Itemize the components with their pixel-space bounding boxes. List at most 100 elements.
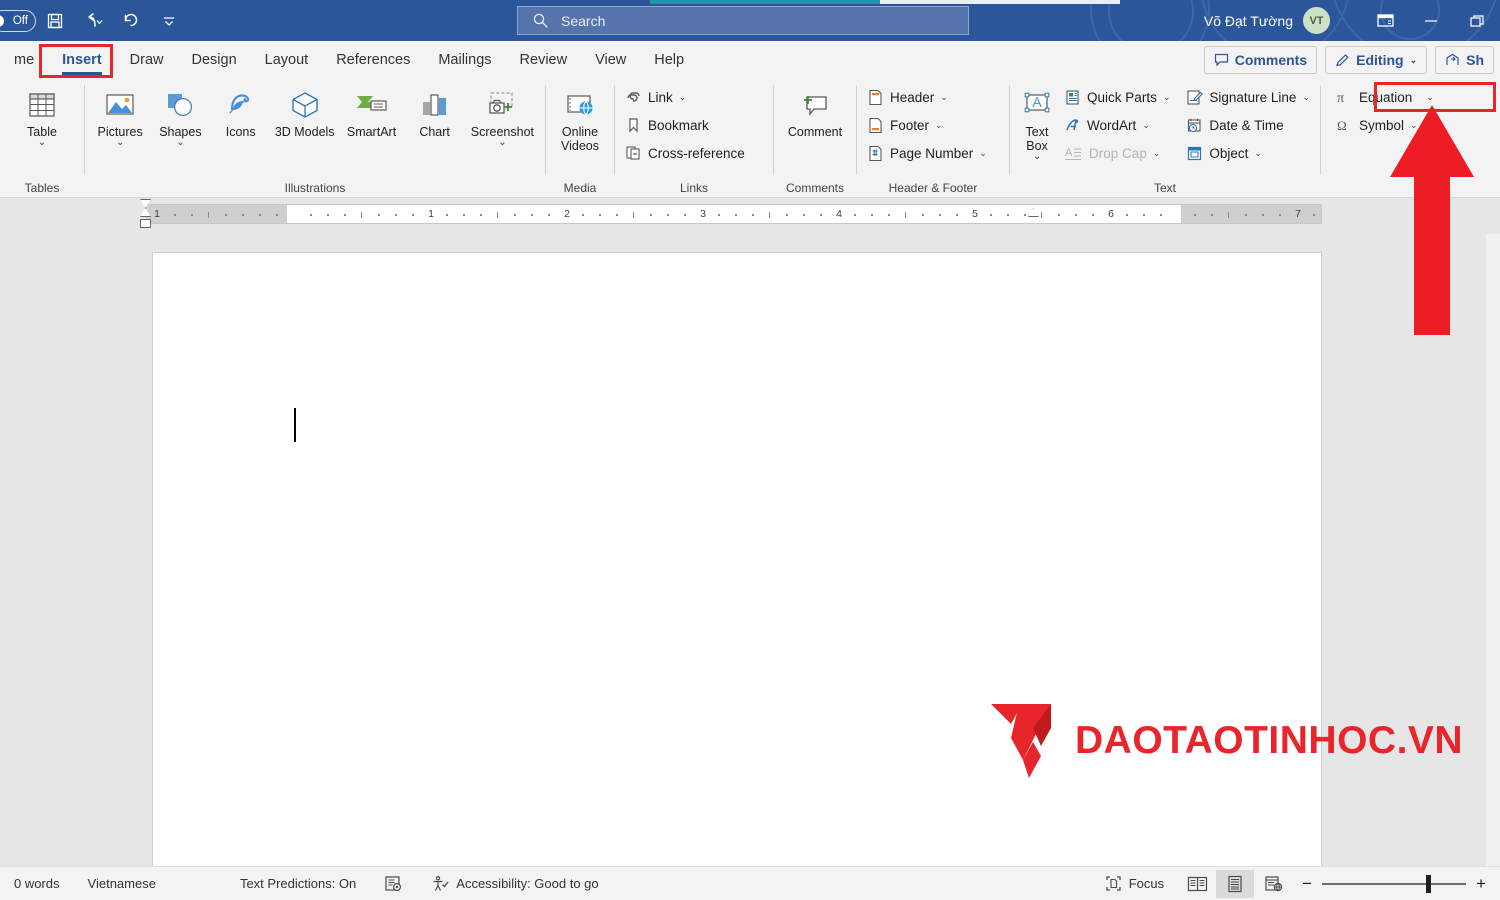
footer-button[interactable]: Footer ⌄ [863,111,991,139]
zoom-out-button[interactable]: − [1302,874,1322,894]
smartart-button[interactable]: SmartArt [340,83,404,139]
footer-label: Footer [890,117,930,133]
tab-layout[interactable]: Layout [251,41,323,79]
restore-button[interactable] [1454,0,1500,41]
wordart-button[interactable]: WordArt ⌄ [1060,111,1174,139]
minimize-button[interactable] [1408,0,1454,41]
tab-review[interactable]: Review [506,41,582,79]
zoom-track[interactable] [1322,874,1467,893]
icons-label: Icons [225,125,256,139]
language-indicator[interactable]: Vietnamese [74,867,170,900]
chevron-down-icon[interactable]: ⌄ [940,92,948,103]
chart-button[interactable]: Chart [405,83,463,139]
print-layout-button[interactable] [1216,869,1255,898]
red-arrow-pointing-to-equation [1390,105,1474,335]
focus-button[interactable]: Focus [1091,867,1178,900]
zoom-in-button[interactable]: + [1466,874,1486,894]
header-button[interactable]: Header ⌄ [863,83,991,111]
object-button[interactable]: Object ⌄ [1182,139,1314,167]
text-box-icon: A [1020,87,1054,123]
customize-quick-access-button[interactable] [150,4,188,38]
chevron-down-icon[interactable]: ⌄ [1033,152,1041,162]
table-button[interactable]: Table ⌄ [11,83,73,148]
3d-models-button[interactable]: 3D Models [272,83,338,139]
horizontal-ruler[interactable]: 1 1 2 3 4 5 6 7 [146,204,1322,224]
document-page[interactable]: DAOTAOTINHOC.VN [152,252,1463,866]
comments-button[interactable]: Comments [1203,46,1318,74]
chevron-down-icon[interactable]: ⌄ [176,138,184,148]
ruler-number: 5 [972,208,978,220]
ribbon-display-options-button[interactable] [1362,0,1408,41]
chevron-down-icon[interactable]: ⌄ [679,92,687,103]
undo-button[interactable] [74,4,112,38]
tab-references[interactable]: References [322,41,424,79]
pictures-button[interactable]: Pictures ⌄ [91,83,149,148]
tab-help[interactable]: Help [640,41,698,79]
group-label-illustrations: Illustrations [284,181,346,195]
chevron-down-icon[interactable]: ⌄ [1153,148,1161,159]
chevron-down-icon[interactable]: ⌄ [498,138,506,148]
online-videos-button[interactable]: Online Videos [552,83,608,153]
ribbon-group-links: Link ⌄ Bookmark Cross-reference Links [615,79,773,198]
user-name: Võ Đạt Tường [1203,12,1293,29]
tab-design[interactable]: Design [178,41,251,79]
share-button[interactable]: Sh [1435,46,1494,74]
screenshot-button[interactable]: Screenshot ⌄ [466,83,539,148]
zoom-thumb[interactable] [1426,874,1432,893]
chevron-down-icon[interactable]: ⌄ [116,138,124,148]
bookmark-button[interactable]: Bookmark [621,111,749,139]
editing-mode-button[interactable]: Editing ⌄ [1325,46,1428,74]
document-canvas[interactable]: DAOTAOTINHOC.VN [0,234,1500,866]
date-time-button[interactable]: Date & Time [1182,111,1314,139]
proofing-button[interactable] [370,867,417,900]
tab-label: View [595,52,627,68]
avatar[interactable]: VT [1303,7,1330,34]
tab-view[interactable]: View [581,41,640,79]
chevron-down-icon[interactable]: ⌄ [1302,92,1310,103]
autosave-toggle[interactable]: Off [0,9,36,32]
chevron-down-icon[interactable]: ⌄ [1142,120,1150,131]
quick-access-toolbar: Off [0,4,188,38]
new-comment-button[interactable]: Comment [780,83,850,139]
tab-insert[interactable]: Insert [48,41,116,79]
text-box-button[interactable]: A Text Box ⌄ [1016,83,1058,162]
page-number-icon [869,145,882,161]
signature-line-button[interactable]: Signature Line ⌄ [1182,83,1314,111]
quick-parts-button[interactable]: Quick Parts ⌄ [1060,83,1174,111]
account-area[interactable]: Võ Đạt Tường VT [1204,0,1330,41]
screenshot-icon [483,87,521,123]
tab-label: Mailings [438,52,492,68]
redo-button[interactable] [112,4,150,38]
watermark: DAOTAOTINHOC.VN [989,698,1463,784]
search-input[interactable]: Search [517,6,969,35]
chevron-down-icon[interactable]: ⌄ [38,138,46,148]
tab-draw[interactable]: Draw [116,41,178,79]
text-predictions-status[interactable]: Text Predictions: On [170,867,370,900]
chevron-down-icon[interactable]: ⌄ [979,148,987,159]
vertical-scrollbar[interactable] [1486,234,1500,866]
tab-home[interactable]: me [0,41,48,79]
search-icon [533,13,548,28]
drop-cap-button[interactable]: A Drop Cap ⌄ [1060,139,1174,167]
web-layout-button[interactable] [1254,870,1292,898]
group-label-media: Media [563,181,597,195]
cross-reference-button[interactable]: Cross-reference [621,139,749,167]
shapes-button[interactable]: Shapes ⌄ [151,83,209,148]
quick-parts-label: Quick Parts [1087,89,1157,105]
left-indent-marker[interactable] [140,219,151,228]
chevron-down-icon[interactable]: ⌄ [1163,92,1171,103]
ribbon-group-illustrations: Pictures ⌄ Shapes ⌄ Icons 3D Models Smar… [85,79,545,198]
chevron-down-icon[interactable]: ⌄ [935,120,943,131]
tab-mailings[interactable]: Mailings [424,41,505,79]
autosave-label: Off [12,14,28,27]
page-number-button[interactable]: Page Number ⌄ [863,139,991,167]
zoom-slider[interactable]: − + [1292,874,1496,894]
word-count[interactable]: 0 words [0,867,74,900]
icons-button[interactable]: Icons [212,83,270,139]
accessibility-status[interactable]: Accessibility: Good to go [417,867,612,900]
save-button[interactable] [36,4,74,38]
chevron-down-icon[interactable]: ⌄ [1254,148,1262,159]
link-button[interactable]: Link ⌄ [621,83,749,111]
read-mode-button[interactable] [1178,870,1216,898]
chevron-down-icon[interactable]: ⌄ [1426,92,1434,103]
